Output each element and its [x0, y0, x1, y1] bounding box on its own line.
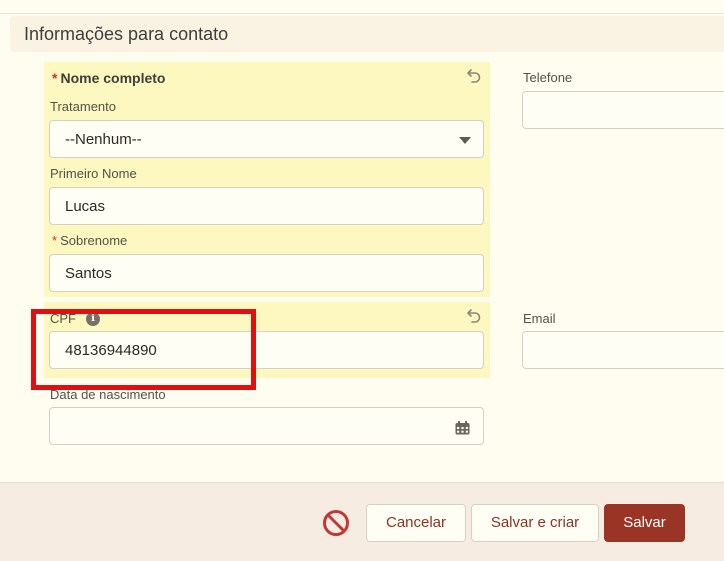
required-marker: *	[52, 70, 58, 86]
required-marker: *	[52, 233, 58, 248]
last-name-value: Santos	[65, 265, 112, 282]
prohibited-icon	[323, 510, 349, 536]
first-name-field[interactable]: Lucas	[49, 187, 484, 225]
first-name-label: Primeiro Nome	[50, 166, 137, 181]
name-group-label-text: Nome completo	[60, 70, 166, 86]
birthdate-label: Data de nascimento	[50, 387, 166, 402]
email-label: Email	[523, 311, 556, 326]
top-strip	[0, 0, 724, 14]
salutation-value: --Nenhum--	[65, 131, 142, 148]
salutation-label: Tratamento	[50, 99, 116, 114]
save-and-new-button[interactable]: Salvar e criar	[471, 504, 599, 542]
calendar-icon[interactable]	[455, 421, 470, 435]
last-name-field[interactable]: Santos	[49, 254, 484, 292]
info-icon[interactable]: i	[86, 312, 100, 326]
save-button[interactable]: Salvar	[604, 504, 685, 542]
cpf-value: 48136944890	[65, 342, 157, 359]
phone-field[interactable]	[522, 91, 724, 129]
email-field[interactable]	[522, 331, 724, 369]
undo-icon[interactable]	[466, 308, 482, 324]
cancel-button[interactable]: Cancelar	[366, 504, 466, 542]
cpf-field[interactable]: 48136944890	[49, 331, 484, 369]
name-group-label: * Nome completo	[52, 70, 165, 86]
birthdate-field[interactable]	[49, 407, 484, 445]
last-name-label-text: Sobrenome	[60, 233, 128, 248]
chevron-down-icon	[459, 137, 471, 144]
undo-icon[interactable]	[466, 68, 482, 84]
footer-bar: Cancelar Salvar e criar Salvar	[0, 482, 724, 561]
section-title: Informações para contato	[24, 24, 229, 44]
cpf-label: CPF	[50, 311, 76, 326]
salutation-select[interactable]: --Nenhum--	[49, 120, 484, 158]
phone-label: Telefone	[523, 70, 573, 85]
last-name-label: * Sobrenome	[52, 233, 127, 248]
section-header[interactable]: Informações para contato	[10, 16, 724, 52]
first-name-value: Lucas	[65, 198, 106, 215]
